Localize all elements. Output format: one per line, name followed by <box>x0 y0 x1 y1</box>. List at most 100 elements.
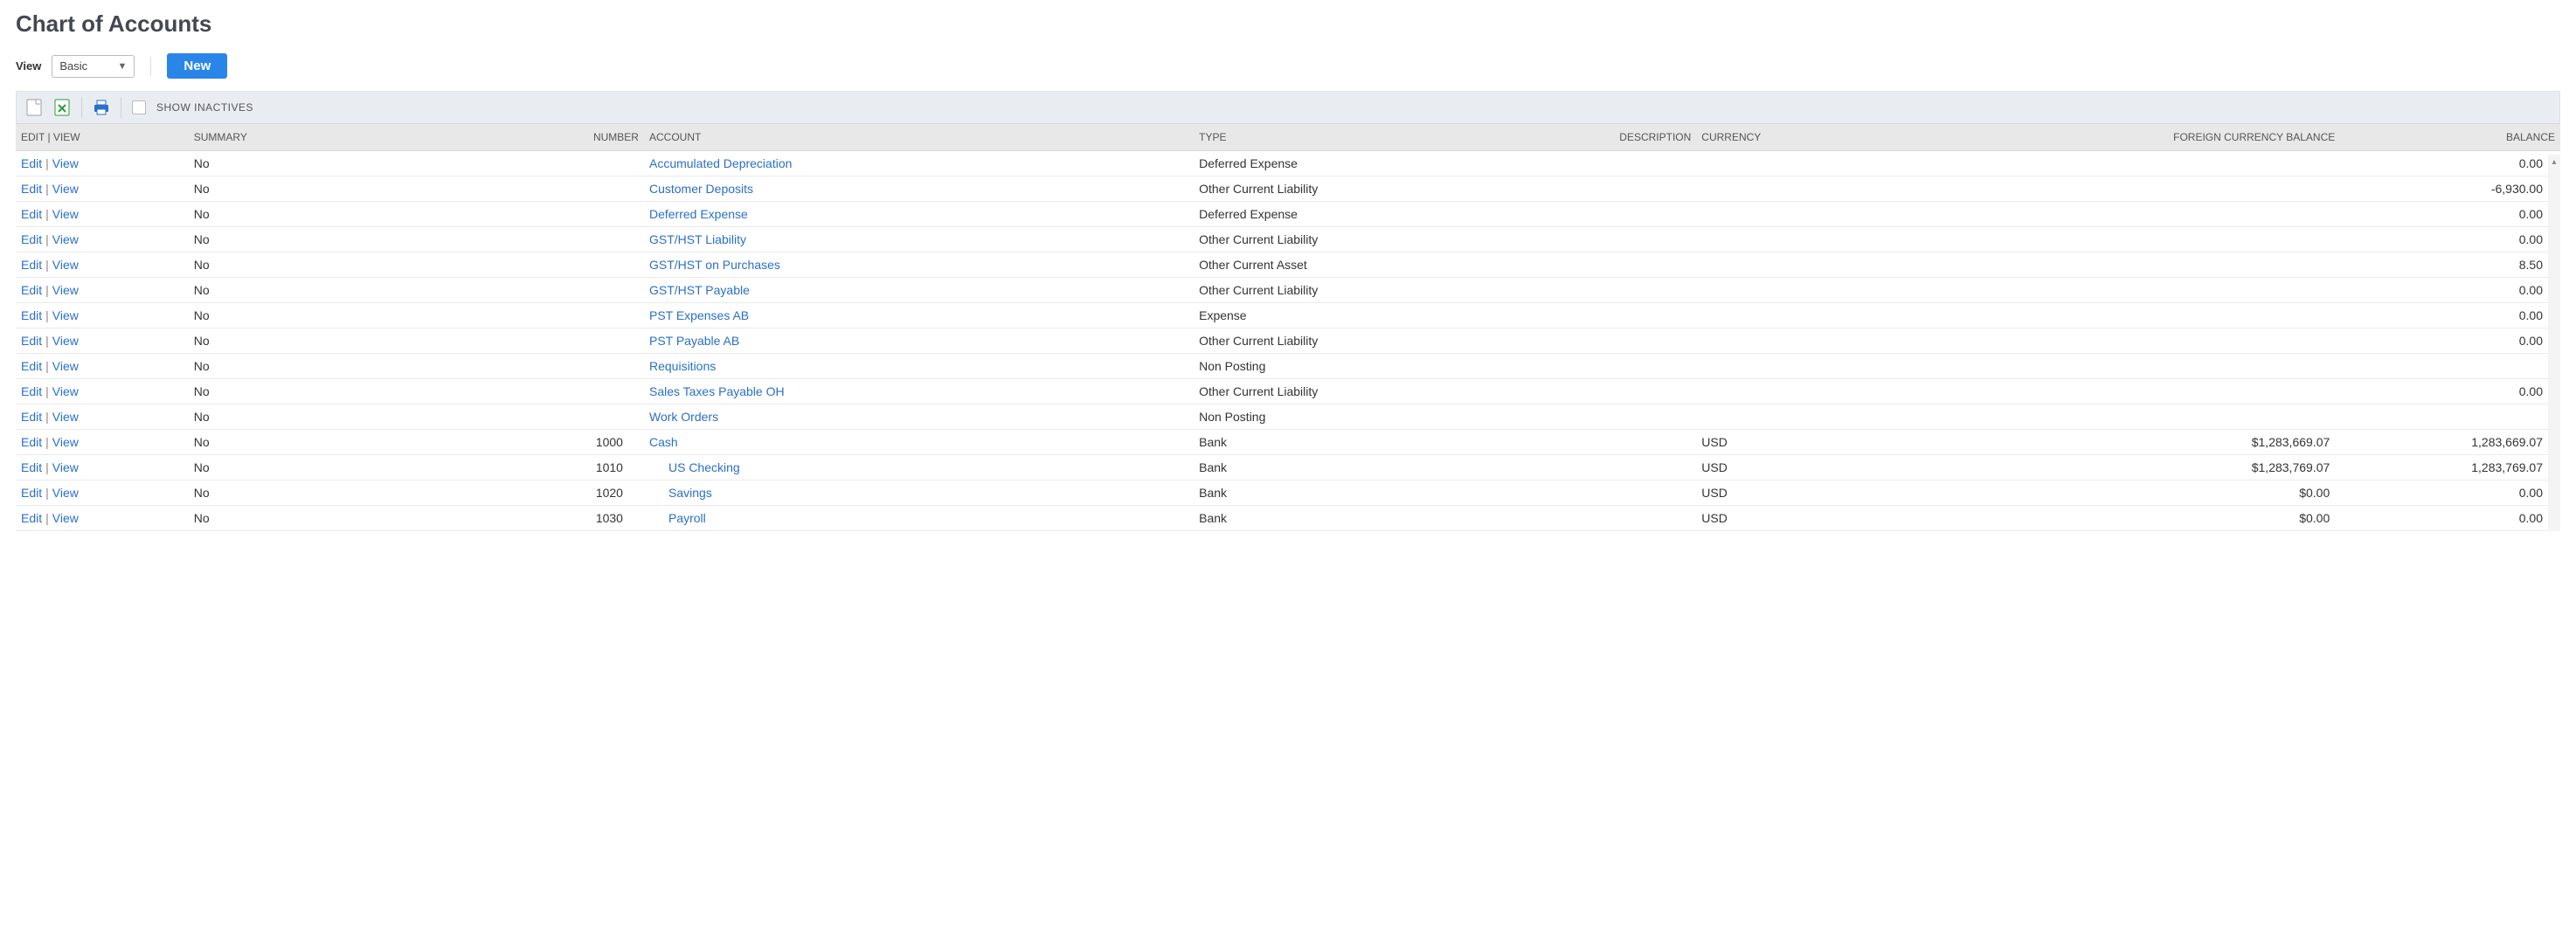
cell-type: Bank <box>1194 430 1523 455</box>
row-actions: Edit|View <box>16 252 189 278</box>
col-type[interactable]: TYPE <box>1194 124 1523 151</box>
view-link[interactable]: View <box>52 384 79 398</box>
edit-link[interactable]: Edit <box>21 460 42 474</box>
col-fcb[interactable]: FOREIGN CURRENCY BALANCE <box>1948 124 2340 151</box>
view-link[interactable]: View <box>52 232 79 246</box>
edit-link[interactable]: Edit <box>21 283 42 297</box>
edit-link[interactable]: Edit <box>21 182 42 196</box>
pipe-separator: | <box>42 410 52 424</box>
cell-summary: No <box>189 506 488 531</box>
pipe-separator: | <box>42 207 52 221</box>
cell-type: Other Current Liability <box>1194 328 1523 354</box>
col-number[interactable]: NUMBER <box>487 124 644 151</box>
edit-link[interactable]: Edit <box>21 511 42 525</box>
cell-description <box>1524 430 1697 455</box>
view-link[interactable]: View <box>52 511 79 525</box>
export-excel-icon[interactable] <box>53 98 71 117</box>
col-edit-view[interactable]: EDIT | VIEW <box>16 124 189 151</box>
table-row: Edit|ViewNo1030PayrollBankUSD$0.000.00 <box>16 506 2560 531</box>
page-title: Chart of Accounts <box>16 10 2560 38</box>
view-link[interactable]: View <box>52 334 79 348</box>
col-summary[interactable]: SUMMARY <box>189 124 488 151</box>
scroll-up-icon[interactable]: ▴ <box>2548 155 2560 169</box>
account-link[interactable]: GST/HST Payable <box>649 283 750 297</box>
view-link[interactable]: View <box>52 359 79 373</box>
cell-summary: No <box>189 303 488 328</box>
cell-type: Non Posting <box>1194 404 1523 430</box>
account-link[interactable]: Customer Deposits <box>649 182 753 196</box>
view-link[interactable]: View <box>52 460 79 474</box>
pipe-separator: | <box>42 182 52 196</box>
print-icon[interactable] <box>93 98 110 117</box>
cell-currency <box>1696 404 1948 430</box>
account-link[interactable]: Work Orders <box>649 410 718 424</box>
cell-summary: No <box>189 151 488 176</box>
edit-link[interactable]: Edit <box>21 334 42 348</box>
cell-number: 1020 <box>487 480 644 506</box>
export-csv-icon[interactable] <box>25 98 43 117</box>
view-select[interactable]: Basic ▼ <box>52 55 135 78</box>
account-link[interactable]: Payroll <box>649 511 706 525</box>
edit-link[interactable]: Edit <box>21 308 42 322</box>
view-link[interactable]: View <box>52 486 79 500</box>
col-currency[interactable]: CURRENCY <box>1696 124 1948 151</box>
new-button[interactable]: New <box>167 53 227 79</box>
cell-foreign-balance <box>1948 328 2340 354</box>
cell-currency: USD <box>1696 455 1948 480</box>
pipe-separator: | <box>42 334 52 348</box>
edit-link[interactable]: Edit <box>21 156 42 170</box>
account-link[interactable]: Sales Taxes Payable OH <box>649 384 785 398</box>
cell-description <box>1524 278 1697 303</box>
cell-number <box>487 379 644 404</box>
edit-link[interactable]: Edit <box>21 435 42 449</box>
col-account[interactable]: ACCOUNT <box>644 124 1194 151</box>
edit-link[interactable]: Edit <box>21 410 42 424</box>
account-link[interactable]: GST/HST Liability <box>649 232 746 246</box>
cell-account: Work Orders <box>644 404 1194 430</box>
edit-link[interactable]: Edit <box>21 207 42 221</box>
cell-number <box>487 303 644 328</box>
col-balance[interactable]: BALANCE <box>2340 124 2560 151</box>
view-link[interactable]: View <box>52 410 79 424</box>
view-link[interactable]: View <box>52 283 79 297</box>
account-link[interactable]: GST/HST on Purchases <box>649 258 780 272</box>
edit-link[interactable]: Edit <box>21 384 42 398</box>
col-description[interactable]: DESCRIPTION <box>1524 124 1697 151</box>
table-row: Edit|ViewNoCustomer DepositsOther Curren… <box>16 176 2560 202</box>
chevron-down-icon: ▼ <box>118 61 128 72</box>
account-link[interactable]: Accumulated Depreciation <box>649 156 792 170</box>
view-link[interactable]: View <box>52 308 79 322</box>
edit-link[interactable]: Edit <box>21 486 42 500</box>
pipe-separator: | <box>42 232 52 246</box>
separator <box>81 97 82 118</box>
account-link[interactable]: Requisitions <box>649 359 716 373</box>
cell-balance <box>2340 404 2560 430</box>
row-actions: Edit|View <box>16 151 189 176</box>
view-link[interactable]: View <box>52 156 79 170</box>
view-link[interactable]: View <box>52 258 79 272</box>
scrollbar[interactable]: ▴ <box>2548 155 2560 531</box>
view-link[interactable]: View <box>52 207 79 221</box>
view-link[interactable]: View <box>52 182 79 196</box>
edit-link[interactable]: Edit <box>21 258 42 272</box>
account-link[interactable]: Cash <box>649 435 678 449</box>
cell-summary: No <box>189 354 488 379</box>
table-header-row: EDIT | VIEW SUMMARY NUMBER ACCOUNT TYPE … <box>16 124 2560 151</box>
cell-description <box>1524 455 1697 480</box>
cell-currency <box>1696 176 1948 202</box>
account-link[interactable]: Deferred Expense <box>649 207 748 221</box>
account-link[interactable]: US Checking <box>649 460 740 474</box>
separator <box>150 57 151 76</box>
cell-type: Non Posting <box>1194 354 1523 379</box>
cell-balance: -6,930.00 <box>2340 176 2560 202</box>
show-inactives-checkbox[interactable] <box>132 100 146 114</box>
edit-link[interactable]: Edit <box>21 359 42 373</box>
account-link[interactable]: PST Payable AB <box>649 334 739 348</box>
cell-description <box>1524 379 1697 404</box>
account-link[interactable]: Savings <box>649 486 712 500</box>
view-link[interactable]: View <box>52 435 79 449</box>
cell-description <box>1524 227 1697 252</box>
account-link[interactable]: PST Expenses AB <box>649 308 749 322</box>
table-row: Edit|ViewNoRequisitionsNon Posting <box>16 354 2560 379</box>
edit-link[interactable]: Edit <box>21 232 42 246</box>
